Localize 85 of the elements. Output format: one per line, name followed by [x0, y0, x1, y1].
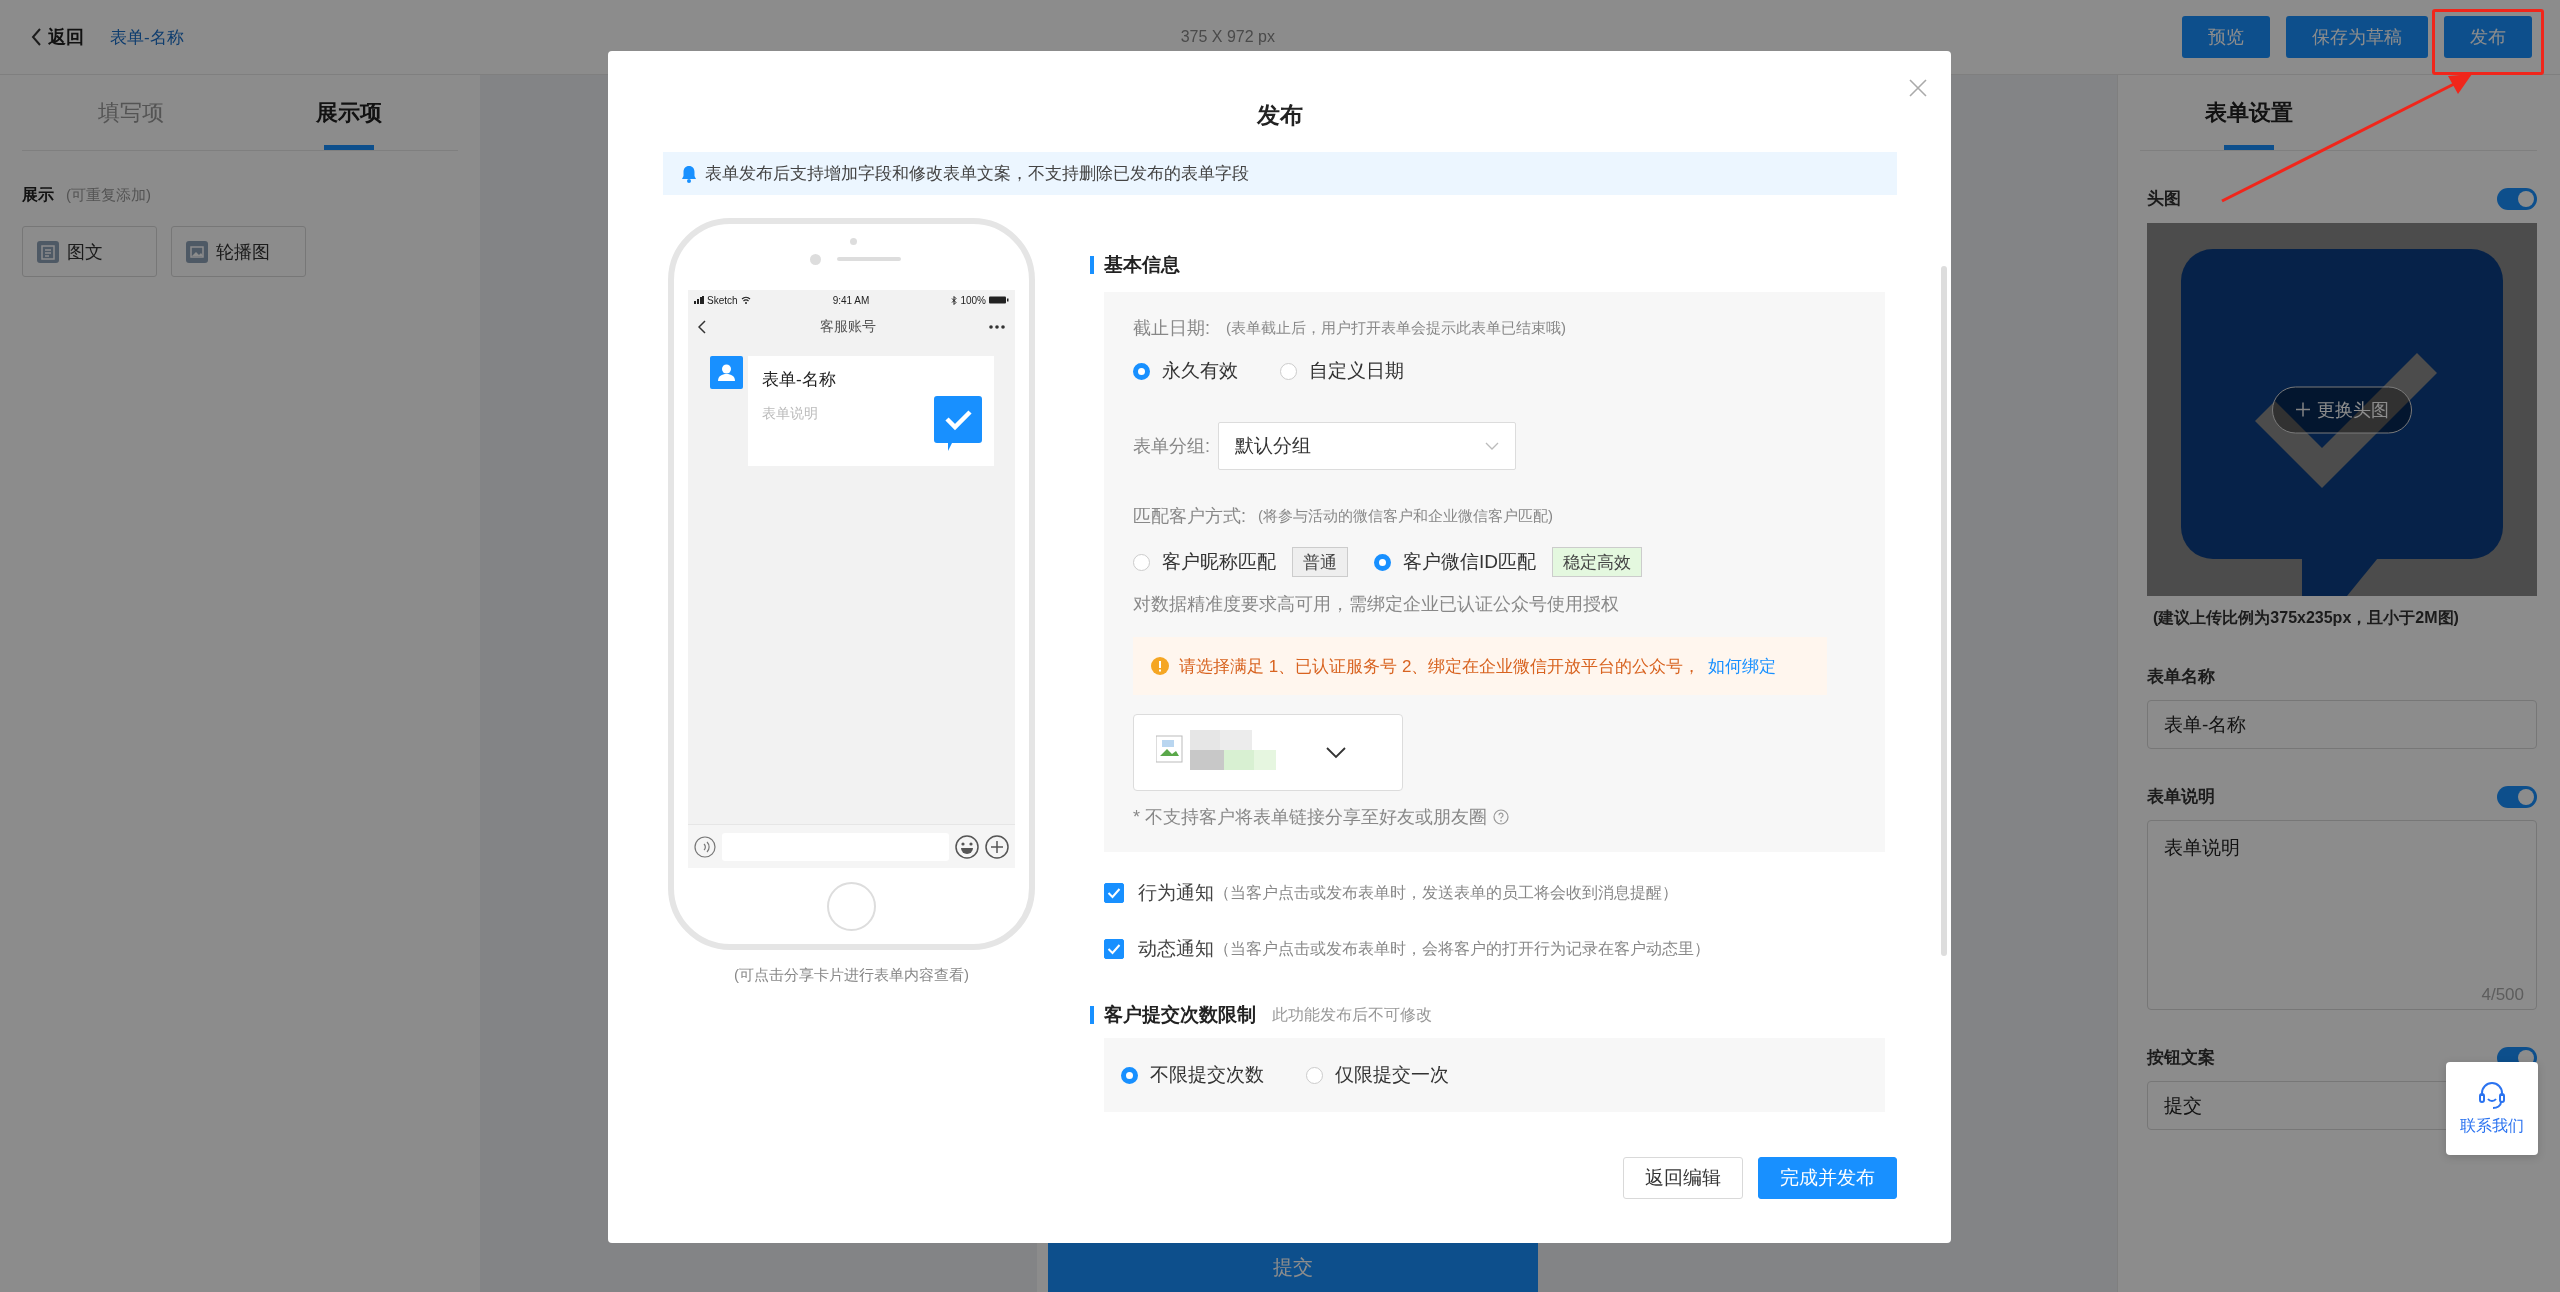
image-size-hint: (建议上传比例为375x235px，且小于2M图) [2153, 608, 2460, 628]
toggle-switch[interactable] [2497, 187, 2537, 210]
speaker-grille [837, 257, 901, 261]
help-icon [1493, 809, 1509, 825]
field-label: 按钮文案 [2147, 1047, 2215, 1069]
close-icon[interactable] [1909, 79, 1927, 97]
back-link[interactable]: 返回 [48, 25, 84, 49]
section-heading: 基本信息 [1104, 253, 1180, 277]
avatar-icon [710, 356, 743, 389]
name-field[interactable]: 表单-名称 [2147, 700, 2537, 749]
contact-us-button[interactable]: 联系我们 [2446, 1062, 2538, 1155]
match-note: 对数据精准度要求高可用，需绑定企业已认证公众号使用授权 [1133, 593, 1620, 616]
bluetooth-icon [951, 295, 958, 305]
plus-circle-icon [985, 834, 1009, 859]
signal-icon [694, 296, 704, 304]
camera-lens [810, 254, 821, 265]
checkbox-label: 动态通知 [1138, 937, 1214, 961]
warning-text: 请选择满足 1、已认证服务号 2、绑定在企业微信开放平台的公众号， 如何绑定 [1179, 655, 1777, 678]
field-hint: (表单截止后，用户打开表单会提示此表单已结束哦) [1226, 318, 1566, 338]
plus-icon [2295, 401, 2311, 418]
component-button[interactable]: 轮播图 [171, 226, 306, 277]
section-title: 展示 [22, 185, 54, 205]
component-button[interactable]: 图文 [22, 226, 157, 277]
wifi-icon [740, 296, 751, 304]
preview-caption: (可点击分享卡片进行表单内容查看) [734, 966, 969, 985]
dialog-title: 发布 [1257, 101, 1303, 130]
checkbox[interactable] [1104, 939, 1124, 959]
field-label: 表单分组: [1133, 435, 1210, 458]
back-chevron-icon [698, 320, 706, 334]
warning-icon [1151, 657, 1169, 675]
radio-option[interactable]: 客户昵称匹配 [1133, 549, 1276, 575]
field-hint: (将参与活动的微信客户和企业微信客户匹配) [1258, 506, 1553, 526]
share-note: * 不支持客户将表单链接分享至好友或朋友圈 [1133, 806, 1487, 829]
bell-icon [681, 164, 697, 183]
publish-button[interactable]: 完成并发布 [1758, 1157, 1897, 1199]
field-label: 头图 [2147, 188, 2181, 210]
section-heading: 客户提交次数限制 [1104, 1003, 1256, 1027]
chevron-down-icon [1485, 442, 1499, 450]
card-description: 表单说明 [762, 405, 819, 423]
radio-option[interactable]: 永久有效 [1133, 358, 1238, 384]
radio-option[interactable]: 不限提交次数 [1121, 1062, 1264, 1088]
field-label: 表单说明 [2147, 786, 2215, 808]
field-label: 匹配客户方式: [1133, 505, 1246, 528]
image-gallery-icon [186, 240, 208, 263]
back-to-edit-button[interactable]: 返回编辑 [1623, 1157, 1743, 1199]
checkbox[interactable] [1104, 883, 1124, 903]
tab[interactable]: 展示项 [240, 75, 458, 150]
chat-check-icon [934, 396, 982, 452]
canvas-size-label: 375 X 972 px [1179, 28, 1276, 46]
headset-icon [2477, 1080, 2507, 1110]
more-icon [989, 325, 1005, 329]
field-label: 截止日期: [1133, 317, 1210, 340]
field-label: 表单名称 [2147, 666, 2215, 688]
checkbox-label: 行为通知 [1138, 881, 1214, 905]
group-select[interactable]: 默认分组 [1218, 422, 1516, 470]
tag: 普通 [1292, 547, 1348, 577]
carrier-label: Sketch [707, 294, 738, 306]
radio-option[interactable]: 自定义日期 [1280, 358, 1404, 384]
account-select[interactable] [1133, 714, 1403, 791]
chevron-down-icon [1326, 746, 1346, 759]
card-title: 表单-名称 [762, 369, 836, 391]
share-card[interactable]: 表单-名称 表单说明 [748, 356, 994, 466]
checkbox-hint: （当客户点击或发布表单时，会将客户的打开行为记录在客户动态里） [1214, 938, 1710, 959]
section-hint: 此功能发布后不可修改 [1272, 1004, 1432, 1025]
description-text: 表单说明 [2164, 837, 2240, 858]
battery-icon [989, 296, 1009, 304]
back-chevron-icon[interactable] [30, 27, 42, 47]
form-name: 表单-名称 [110, 26, 184, 49]
emoji-icon [955, 834, 979, 859]
battery-label: 100% [960, 294, 986, 306]
toggle-switch[interactable] [2497, 785, 2537, 808]
chat-title: 客服账号 [819, 318, 876, 336]
how-to-bind-link[interactable]: 如何绑定 [1708, 656, 1777, 676]
sensor-dot [850, 238, 857, 245]
scrollbar[interactable] [1941, 266, 1947, 956]
status-time: 9:41 AM [832, 294, 870, 306]
notice-text: 表单发布后支持增加字段和修改表单文案，不支持删除已发布的表单字段 [705, 163, 1249, 185]
radio-option[interactable]: 客户微信ID匹配 [1374, 549, 1536, 575]
article-icon [37, 240, 59, 263]
tab[interactable]: 表单设置 [2140, 75, 2358, 150]
radio-option[interactable]: 仅限提交一次 [1306, 1062, 1449, 1088]
voice-icon [694, 835, 716, 858]
tag: 稳定高效 [1552, 547, 1642, 577]
select-value: 默认分组 [1235, 434, 1311, 458]
checkbox-hint: （当客户点击或发布表单时，发送表单的员工将会收到消息提醒） [1214, 882, 1678, 903]
